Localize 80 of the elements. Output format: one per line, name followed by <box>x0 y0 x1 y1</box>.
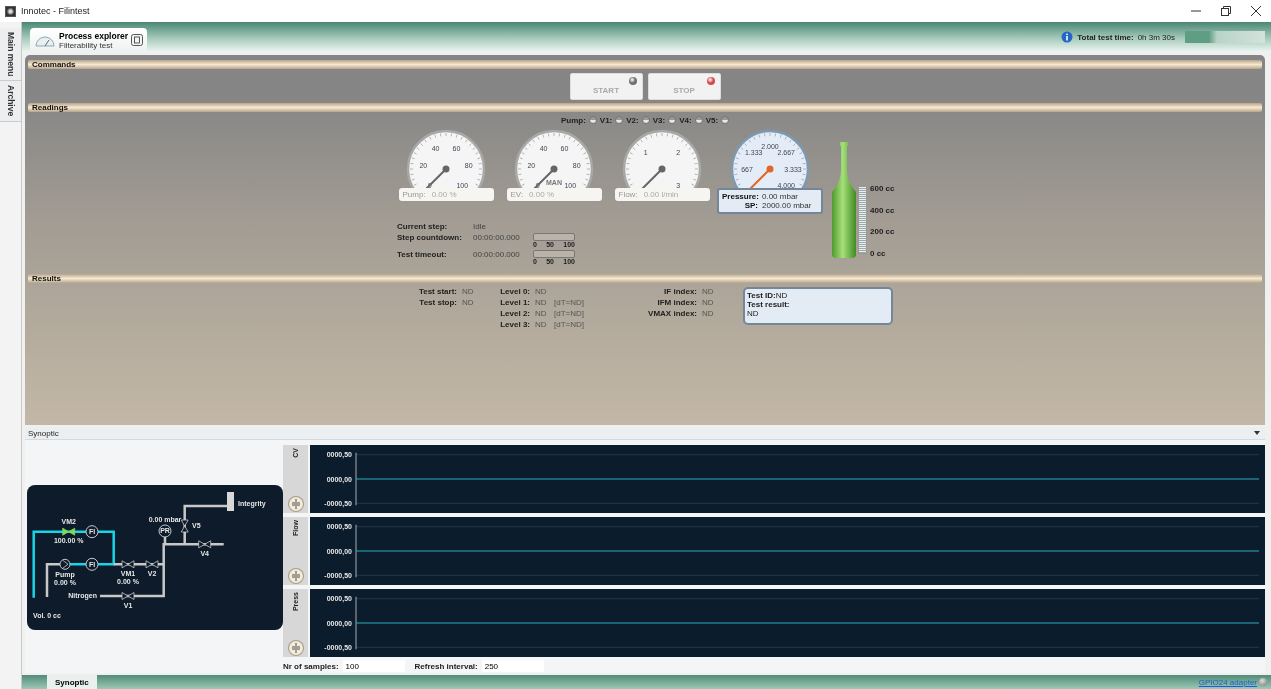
volume-scale <box>858 186 867 254</box>
zoom-icon <box>290 643 301 653</box>
step-value: Idle <box>473 222 487 231</box>
indicator-label: V2: <box>626 115 639 125</box>
result-value: ND <box>535 287 548 296</box>
scale-label: 200 cc <box>870 227 895 237</box>
result-value: ND <box>462 298 475 307</box>
result-label: IF index: <box>663 287 697 296</box>
readout-value: 0.00 % <box>431 190 457 199</box>
document-tab[interactable]: Process explorer Filterability test <box>30 28 147 52</box>
indicator-label: V3: <box>652 115 666 125</box>
readout-label: EV: <box>510 190 524 199</box>
result-label: VMAX index: <box>647 309 697 318</box>
app-icon <box>5 5 16 17</box>
readout-label: Flow: <box>618 190 638 199</box>
readout-label: Pump: <box>402 190 426 199</box>
caret-icon[interactable] <box>1254 431 1260 435</box>
step-label: Test timeout: <box>397 250 448 259</box>
result-label: IFM index: <box>656 298 697 307</box>
status-led-icon <box>1259 678 1267 686</box>
readout-value: 0.00 l/min <box>643 190 679 199</box>
indicator-label: V5: <box>705 115 719 125</box>
step-label: Current step: <box>397 222 449 231</box>
section-header: Results <box>28 274 1262 283</box>
section-header: Readings <box>28 103 1262 112</box>
readout-label: SP: <box>743 201 758 210</box>
indicator-label: V1: <box>599 115 613 125</box>
scale-label: 400 cc <box>870 205 895 215</box>
result-label: Level 0: <box>500 287 530 296</box>
close-icon[interactable] <box>1251 6 1261 16</box>
result-value: ND <box>535 320 548 329</box>
readout-label: Pressure: <box>722 192 758 201</box>
input-field[interactable]: 100 <box>342 660 405 672</box>
scale-label: 0 cc <box>870 248 887 258</box>
y-axis <box>355 524 357 578</box>
y-axis <box>355 452 357 506</box>
result-value: ND <box>747 309 760 318</box>
restore-icon[interactable] <box>1221 6 1231 16</box>
indicator-label: V4: <box>679 115 692 125</box>
logo-icon <box>1185 31 1265 43</box>
input-field[interactable]: 250 <box>481 660 544 672</box>
step-label: Step countdown: <box>397 233 463 242</box>
side-tab[interactable]: Archive <box>0 81 21 122</box>
bottom-tab[interactable]: Synoptic <box>47 675 97 689</box>
total-time-label: Total test time: <box>1077 32 1134 42</box>
result-label: Test stop: <box>418 298 457 307</box>
result-label: Test ID: <box>747 291 776 300</box>
zoom-icon <box>290 499 301 509</box>
result-label: Level 3: <box>500 320 530 329</box>
indicator-label: Pump: <box>560 115 586 125</box>
result-label: Level 1: <box>500 298 530 307</box>
scale-label: 600 cc <box>870 184 895 193</box>
result-value: ND <box>462 287 475 296</box>
section-header: Commands <box>28 60 1262 69</box>
result-value: ND <box>702 309 715 318</box>
result-value: ND <box>535 309 548 318</box>
result-label: Test start: <box>417 287 457 296</box>
result-label: Test result: <box>747 300 791 309</box>
window-title: Innotec - Filintest <box>21 6 90 16</box>
field-label: Nr of samples: <box>283 661 339 671</box>
result-label: Level 2: <box>500 309 530 318</box>
readout-value: 0.00 mbar <box>762 192 799 201</box>
page-icon[interactable] <box>131 34 143 46</box>
readout-value: 2000.00 mbar <box>762 201 812 210</box>
field-label: Refresh interval: <box>414 661 478 671</box>
info-icon <box>1061 31 1074 43</box>
step-value: 00:00:00.000 <box>473 233 521 242</box>
side-tab[interactable]: Main menu <box>0 28 21 82</box>
panel-title: Synoptic <box>28 428 59 438</box>
zoom-icon <box>290 571 301 581</box>
result-value: ND <box>535 298 548 307</box>
readout-value: 0.00 % <box>529 190 554 199</box>
step-value: 00:00:00.000 <box>473 250 521 259</box>
result-extra: [dT=ND] <box>554 298 585 307</box>
total-time-value: 0h 3m 30s <box>1137 32 1175 42</box>
result-extra: [dT=ND] <box>554 309 585 318</box>
result-value: ND <box>702 287 715 296</box>
result-extra: [dT=ND] <box>554 320 585 329</box>
result-value: ND <box>702 298 715 307</box>
y-axis <box>355 596 357 650</box>
